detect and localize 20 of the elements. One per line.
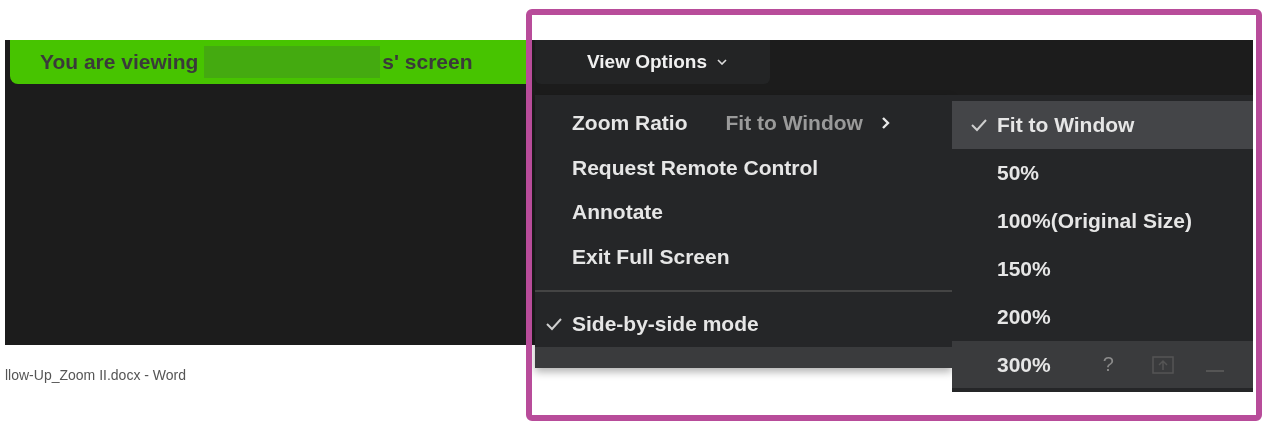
menu-item[interactable]: Request Remote Control	[535, 145, 952, 191]
view-options-button[interactable]: View Options	[535, 40, 770, 84]
banner-text: You are viewing	[40, 50, 199, 74]
menu-item[interactable]: Exit Full Screen	[535, 234, 952, 280]
upload-icon[interactable]	[1151, 355, 1174, 374]
banner-text: s' screen	[382, 50, 473, 74]
caret-icon	[717, 59, 727, 65]
zoom-option[interactable]: Fit to Window	[952, 101, 1253, 149]
zoom-option[interactable]: 150%	[952, 245, 1253, 293]
menu-item[interactable]: Zoom Ratio Fit to Window	[535, 101, 952, 146]
zoom-option[interactable]: 200%	[952, 293, 1253, 341]
chevron-right-icon	[880, 116, 890, 131]
zoom-option[interactable]: 100%(Original Size)	[952, 197, 1253, 245]
menu-item[interactable]: Side-by-side mode	[535, 302, 952, 347]
menu-item[interactable]: Annotate	[535, 190, 952, 235]
checkmark-icon	[969, 118, 988, 132]
zoom-option[interactable]: 300% ?	[952, 341, 1253, 388]
current-value: Fit to Window	[725, 111, 863, 136]
zoom-option[interactable]: 50%	[952, 149, 1253, 197]
window-title: llow-Up_Zoom II.docx - Word	[5, 367, 186, 383]
